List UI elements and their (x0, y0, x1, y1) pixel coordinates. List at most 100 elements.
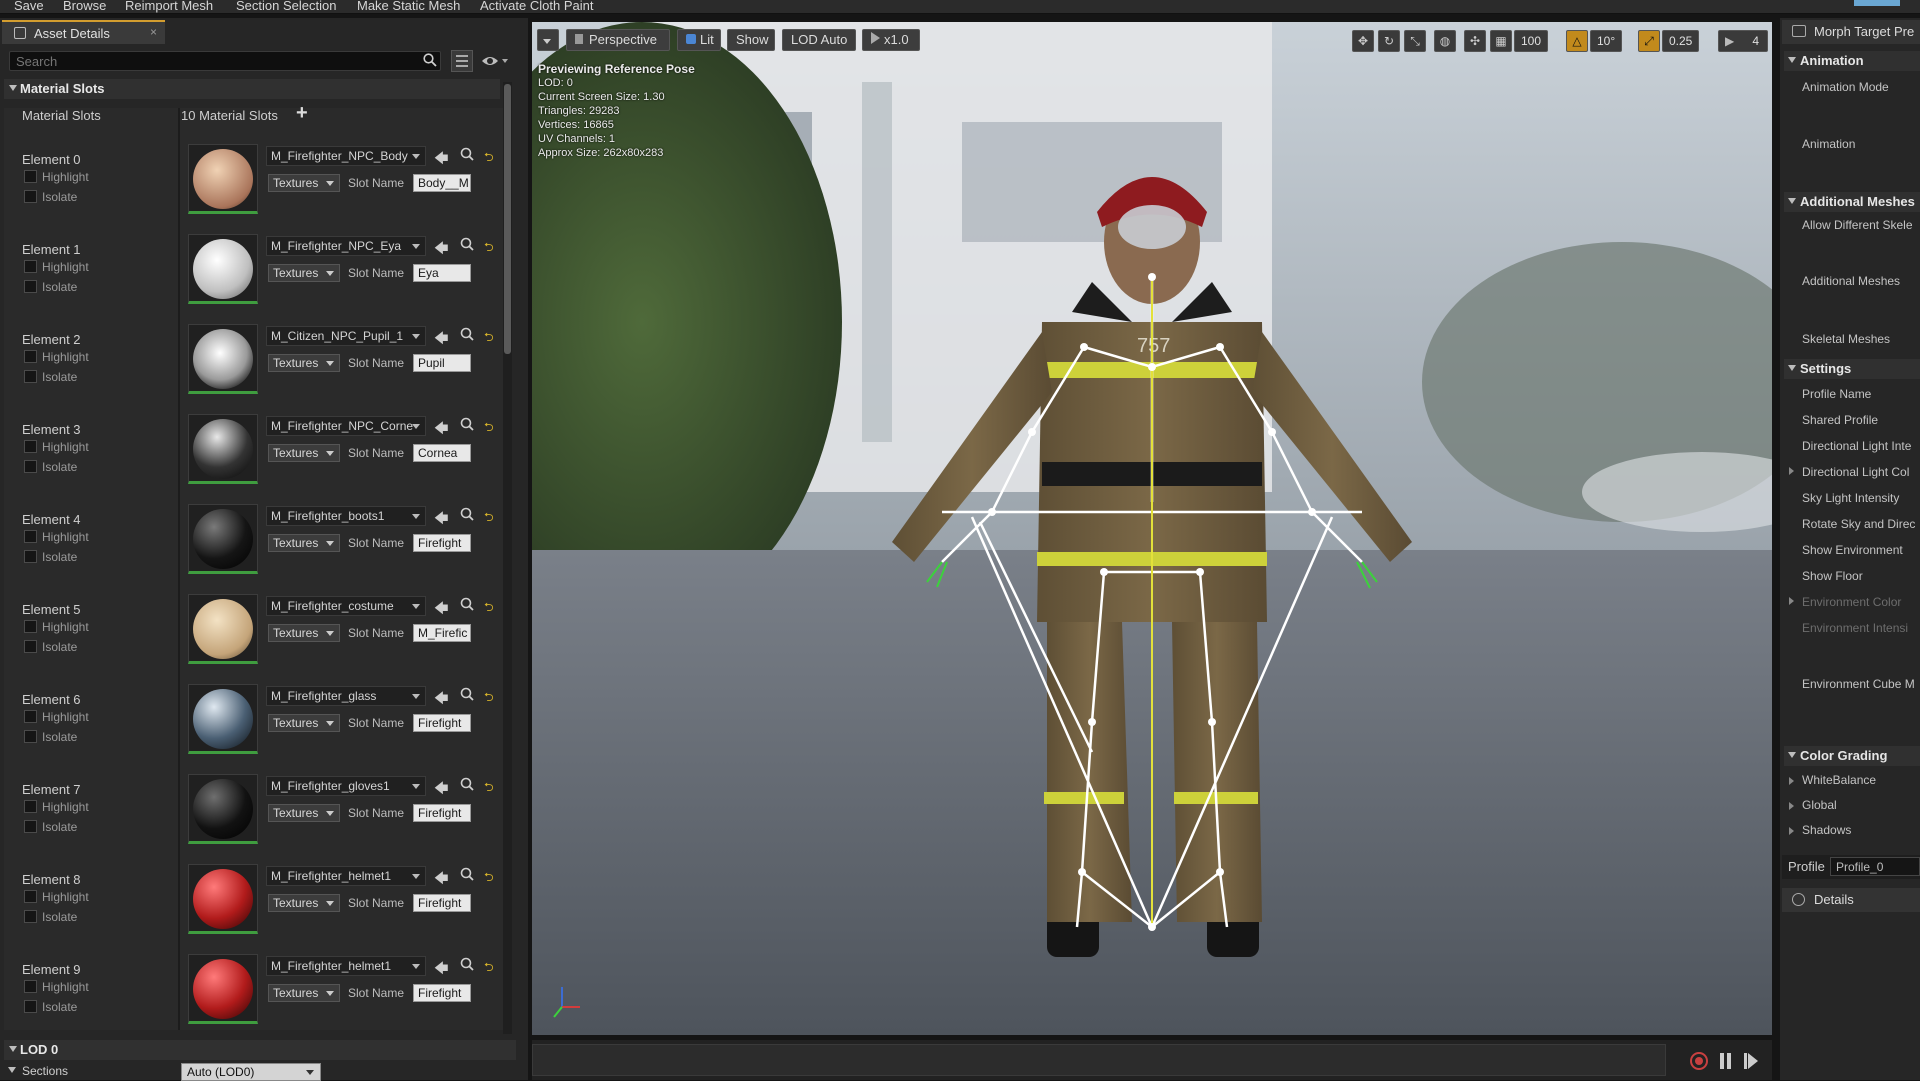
textures-dropdown[interactable]: Textures (268, 984, 340, 1002)
slot-name-input[interactable]: Firefight (413, 714, 471, 732)
show-button[interactable]: Show (727, 29, 775, 51)
expand-arrow-icon[interactable] (8, 1067, 16, 1073)
search-input[interactable] (10, 52, 410, 70)
reset-to-default-icon[interactable]: ⮌ (484, 598, 494, 619)
material-select[interactable]: M_Citizen_NPC_Pupil_1 (266, 326, 426, 346)
textures-dropdown[interactable]: Textures (268, 444, 340, 462)
use-selected-asset-icon[interactable]: 🡄 (434, 598, 448, 622)
expand-arrow-icon[interactable] (1789, 827, 1794, 835)
material-thumbnail[interactable] (188, 144, 258, 214)
use-selected-asset-icon[interactable]: 🡄 (434, 778, 448, 802)
expand-arrow-icon[interactable] (1789, 597, 1794, 605)
highlight-checkbox[interactable] (24, 890, 37, 903)
browse-asset-icon[interactable] (459, 506, 475, 522)
search-icon[interactable] (423, 53, 437, 67)
grid-snap-icon[interactable]: ▦ (1490, 30, 1512, 52)
isolate-checkbox[interactable] (24, 730, 37, 743)
activate-cloth-paint-button[interactable]: Activate Cloth Paint (480, 0, 593, 13)
browse-asset-icon[interactable] (459, 866, 475, 882)
isolate-checkbox[interactable] (24, 280, 37, 293)
slot-name-input[interactable]: Firefight (413, 804, 471, 822)
viewport-options-button[interactable] (537, 29, 559, 51)
highlight-checkbox[interactable] (24, 350, 37, 363)
material-select[interactable]: M_Firefighter_gloves1 (266, 776, 426, 796)
isolate-checkbox[interactable] (24, 370, 37, 383)
record-icon[interactable] (1690, 1052, 1708, 1070)
slot-name-input[interactable]: Body__M (413, 174, 471, 192)
material-select[interactable]: M_Firefighter_boots1 (266, 506, 426, 526)
slot-name-input[interactable]: Pupil (413, 354, 471, 372)
slot-name-input[interactable]: Firefight (413, 894, 471, 912)
reset-to-default-icon[interactable]: ⮌ (484, 778, 494, 799)
rotation-snap-value[interactable]: 10° (1590, 30, 1623, 52)
reimport-mesh-button[interactable]: Reimport Mesh (125, 0, 213, 13)
reset-to-default-icon[interactable]: ⮌ (484, 688, 494, 709)
lod-section-header[interactable]: LOD 0 (4, 1040, 516, 1060)
highlight-checkbox[interactable] (24, 170, 37, 183)
material-thumbnail[interactable] (188, 774, 258, 844)
isolate-checkbox[interactable] (24, 820, 37, 833)
animation-section-header[interactable]: Animation (1784, 51, 1920, 71)
textures-dropdown[interactable]: Textures (268, 354, 340, 372)
textures-dropdown[interactable]: Textures (268, 624, 340, 642)
perspective-button[interactable]: Perspective (566, 29, 670, 51)
use-selected-asset-icon[interactable]: 🡄 (434, 868, 448, 892)
translate-icon[interactable]: ✥ (1352, 30, 1374, 52)
lod-select[interactable]: Auto (LOD0) (181, 1063, 321, 1081)
material-thumbnail[interactable] (188, 234, 258, 304)
step-forward-icon[interactable] (1744, 1053, 1758, 1069)
reset-to-default-icon[interactable]: ⮌ (484, 958, 494, 979)
eye-visibility-icon[interactable] (481, 52, 511, 70)
surface-snap-icon[interactable]: ✣ (1464, 30, 1486, 52)
scale-snap-icon[interactable]: ⤢ (1638, 30, 1660, 52)
slot-name-input[interactable]: Cornea (413, 444, 471, 462)
slot-name-input[interactable]: Firefight (413, 534, 471, 552)
expand-arrow-icon[interactable] (1789, 467, 1794, 475)
profile-select[interactable]: Profile_0 (1830, 857, 1920, 876)
save-button[interactable]: Save (14, 0, 44, 13)
reset-to-default-icon[interactable]: ⮌ (484, 328, 494, 349)
material-thumbnail[interactable] (188, 324, 258, 394)
textures-dropdown[interactable]: Textures (268, 804, 340, 822)
slot-name-input[interactable]: Eya (413, 264, 471, 282)
material-select[interactable]: M_Firefighter_helmet1 (266, 866, 426, 886)
isolate-checkbox[interactable] (24, 190, 37, 203)
pause-icon[interactable] (1720, 1053, 1732, 1069)
slot-name-input[interactable]: Firefight (413, 984, 471, 1002)
material-select[interactable]: M_Firefighter_NPC_Body (266, 146, 426, 166)
grid-snap-value[interactable]: 100 (1514, 30, 1549, 52)
lod-auto-button[interactable]: LOD Auto (782, 29, 856, 51)
material-thumbnail[interactable] (188, 954, 258, 1024)
highlight-checkbox[interactable] (24, 980, 37, 993)
isolate-checkbox[interactable] (24, 460, 37, 473)
textures-dropdown[interactable]: Textures (268, 534, 340, 552)
material-select[interactable]: M_Firefighter_NPC_Corne (266, 416, 426, 436)
morph-target-preview-tab[interactable]: Morph Target Pre (1782, 20, 1920, 44)
material-thumbnail[interactable] (188, 504, 258, 574)
rotation-snap-icon[interactable]: △ (1566, 30, 1588, 52)
asset-details-tab[interactable]: Asset Details × (2, 20, 165, 44)
details-tab[interactable]: Details (1782, 888, 1920, 912)
color-grading-section-header[interactable]: Color Grading (1784, 746, 1920, 766)
rotate-icon[interactable]: ↻ (1378, 30, 1400, 52)
use-selected-asset-icon[interactable]: 🡄 (434, 418, 448, 442)
lit-button[interactable]: Lit (677, 29, 721, 51)
material-thumbnail[interactable] (188, 864, 258, 934)
browse-asset-icon[interactable] (459, 236, 475, 252)
browse-asset-icon[interactable] (459, 596, 475, 612)
material-select[interactable]: M_Firefighter_NPC_Eya (266, 236, 426, 256)
reset-to-default-icon[interactable]: ⮌ (484, 508, 494, 529)
material-select[interactable]: M_Firefighter_glass (266, 686, 426, 706)
settings-section-header[interactable]: Settings (1784, 359, 1920, 379)
material-select[interactable]: M_Firefighter_costume (266, 596, 426, 616)
highlight-checkbox[interactable] (24, 260, 37, 273)
additional-meshes-section-header[interactable]: Additional Meshes (1784, 192, 1920, 212)
material-thumbnail[interactable] (188, 684, 258, 754)
highlight-checkbox[interactable] (24, 440, 37, 453)
browse-asset-icon[interactable] (459, 686, 475, 702)
textures-dropdown[interactable]: Textures (268, 714, 340, 732)
scale-icon[interactable]: ⤡ (1404, 30, 1426, 52)
isolate-checkbox[interactable] (24, 1000, 37, 1013)
use-selected-asset-icon[interactable]: 🡄 (434, 958, 448, 982)
highlight-checkbox[interactable] (24, 710, 37, 723)
